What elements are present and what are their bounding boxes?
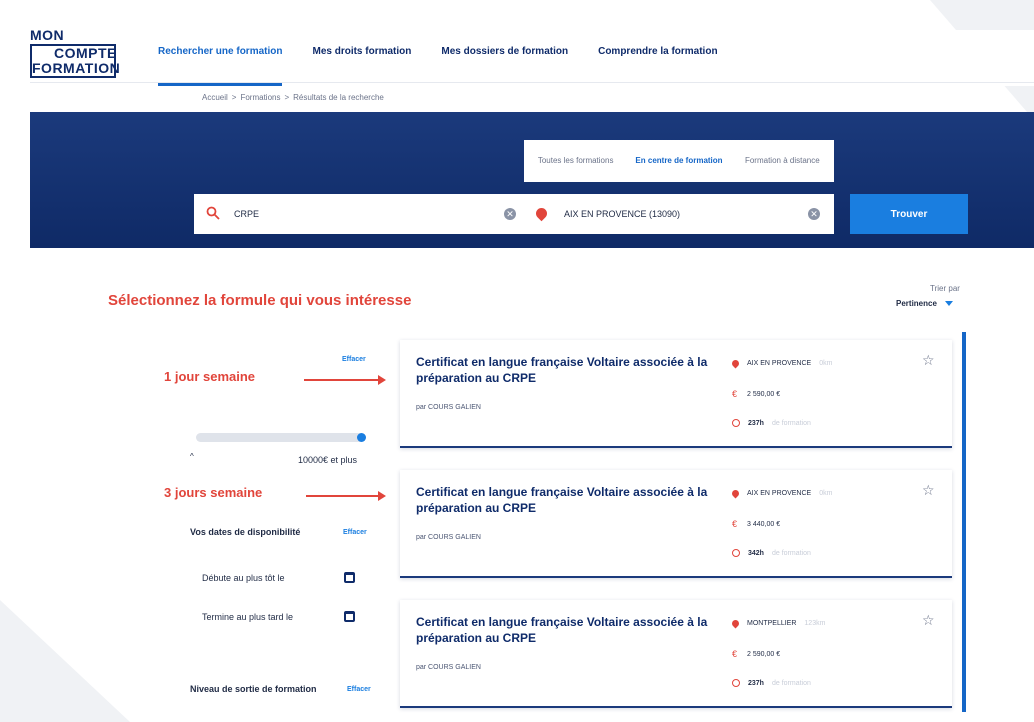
result-distance: 123km	[804, 620, 826, 627]
sort-select[interactable]: Pertinence	[896, 299, 953, 308]
nav-item-rechercher[interactable]: Rechercher une formation	[158, 46, 283, 86]
result-location: AIX EN PROVENCE 0km	[730, 358, 833, 369]
level-filter-title: Niveau de sortie de formation	[190, 684, 317, 694]
euro-icon: €	[732, 389, 738, 399]
chevron-down-icon	[944, 301, 953, 306]
result-provider: par COURS GALIEN	[416, 534, 481, 541]
clear-availability-link[interactable]: Effacer	[343, 529, 367, 536]
result-price: € 2 590,00 €	[732, 389, 781, 399]
result-distance: 0km	[819, 360, 833, 367]
location-pin-icon	[533, 205, 558, 222]
price-slider-handle[interactable]	[357, 433, 366, 442]
favorite-star-icon[interactable]: ☆	[922, 352, 935, 369]
search-input[interactable]: CRPE ✕	[194, 194, 530, 234]
tab-a-distance[interactable]: Formation à distance	[731, 140, 834, 182]
result-duration: 342h de formation	[732, 549, 811, 557]
logo-line-1: MON	[30, 27, 65, 43]
breadcrumb-accueil[interactable]: Accueil	[202, 93, 228, 102]
find-button[interactable]: Trouver	[850, 194, 968, 234]
result-price: € 3 440,00 €	[732, 519, 781, 529]
euro-icon: €	[732, 519, 738, 529]
tab-en-centre[interactable]: En centre de formation	[627, 140, 730, 182]
annotation-3-jours: 3 jours semaine	[164, 485, 263, 500]
result-card[interactable]: Certificat en langue française Voltaire …	[400, 600, 952, 708]
sort-value: Pertinence	[896, 299, 937, 308]
breadcrumb-current: Résultats de la recherche	[293, 93, 384, 102]
header-divider	[30, 82, 1034, 83]
result-duration: 237h de formation	[732, 679, 811, 687]
annotation-arrow-2	[306, 491, 386, 501]
page-headline: Sélectionnez la formule qui vous intéres…	[108, 292, 412, 309]
result-title[interactable]: Certificat en langue française Voltaire …	[416, 614, 716, 646]
location-pin-icon	[730, 358, 741, 369]
price-slider-max-label: 10000€ et plus	[298, 455, 358, 465]
start-date-label: Débute au plus tôt le	[202, 573, 285, 583]
result-location: MONTPELLIER 123km	[730, 618, 826, 629]
result-card[interactable]: Certificat en langue française Voltaire …	[400, 470, 952, 578]
result-duration: 237h de formation	[732, 419, 811, 427]
location-value: AIX EN PROVENCE (13090)	[564, 209, 681, 219]
results-scrollbar[interactable]	[962, 332, 966, 712]
location-pin-icon	[730, 488, 741, 499]
euro-icon: €	[732, 649, 738, 659]
price-slider-min-label: ^	[190, 452, 194, 461]
result-title[interactable]: Certificat en langue française Voltaire …	[416, 354, 716, 386]
page-corner-bottom-left	[0, 600, 130, 722]
search-icon	[206, 206, 228, 223]
availability-filter-title: Vos dates de disponibilité	[190, 527, 301, 537]
site-header: MON COMPTE FORMATION Rechercher une form…	[30, 28, 1034, 86]
nav-item-comprendre[interactable]: Comprendre la formation	[598, 46, 717, 86]
location-pin-icon	[730, 618, 741, 629]
tab-toutes-formations[interactable]: Toutes les formations	[524, 140, 627, 182]
result-provider: par COURS GALIEN	[416, 404, 481, 411]
result-distance: 0km	[819, 490, 833, 497]
sort-label: Trier par	[930, 284, 960, 293]
end-date-label: Termine au plus tard le	[202, 612, 294, 622]
clock-icon	[732, 549, 740, 557]
location-input[interactable]: AIX EN PROVENCE (13090) ✕	[524, 194, 834, 234]
result-provider: par COURS GALIEN	[416, 664, 481, 671]
result-title[interactable]: Certificat en langue française Voltaire …	[416, 484, 716, 516]
logo-line-2: COMPTE	[54, 45, 117, 61]
mon-compte-formation-logo[interactable]: MON COMPTE FORMATION	[30, 28, 120, 78]
search-banner: Toutes les formations En centre de forma…	[30, 112, 1034, 248]
calendar-icon[interactable]	[344, 611, 355, 622]
clear-price-filter-link[interactable]: Effacer	[342, 356, 366, 363]
result-location: AIX EN PROVENCE 0km	[730, 488, 833, 499]
calendar-icon[interactable]	[344, 572, 355, 583]
search-query: CRPE	[234, 209, 260, 219]
nav-item-mes-dossiers[interactable]: Mes dossiers de formation	[441, 46, 568, 86]
breadcrumb-formations[interactable]: Formations	[240, 93, 280, 102]
clock-icon	[732, 419, 740, 427]
annotation-1-jour: 1 jour semaine	[164, 369, 256, 384]
breadcrumb: Accueil > Formations > Résultats de la r…	[202, 93, 384, 102]
logo-line-3: FORMATION	[32, 60, 121, 76]
training-mode-tabs: Toutes les formations En centre de forma…	[524, 140, 834, 182]
favorite-star-icon[interactable]: ☆	[922, 612, 935, 629]
favorite-star-icon[interactable]: ☆	[922, 482, 935, 499]
annotation-arrow-1	[304, 375, 386, 385]
breadcrumb-separator: >	[284, 93, 290, 102]
clear-level-link[interactable]: Effacer	[347, 686, 371, 693]
clock-icon	[732, 679, 740, 687]
breadcrumb-separator: >	[231, 93, 237, 102]
price-slider-track[interactable]	[196, 433, 364, 442]
main-nav: Rechercher une formation Mes droits form…	[158, 46, 718, 86]
clear-search-icon[interactable]: ✕	[504, 208, 516, 220]
clear-location-icon[interactable]: ✕	[808, 208, 820, 220]
result-price: € 2 590,00 €	[732, 649, 781, 659]
nav-item-mes-droits[interactable]: Mes droits formation	[312, 46, 411, 86]
result-card[interactable]: Certificat en langue française Voltaire …	[400, 340, 952, 448]
